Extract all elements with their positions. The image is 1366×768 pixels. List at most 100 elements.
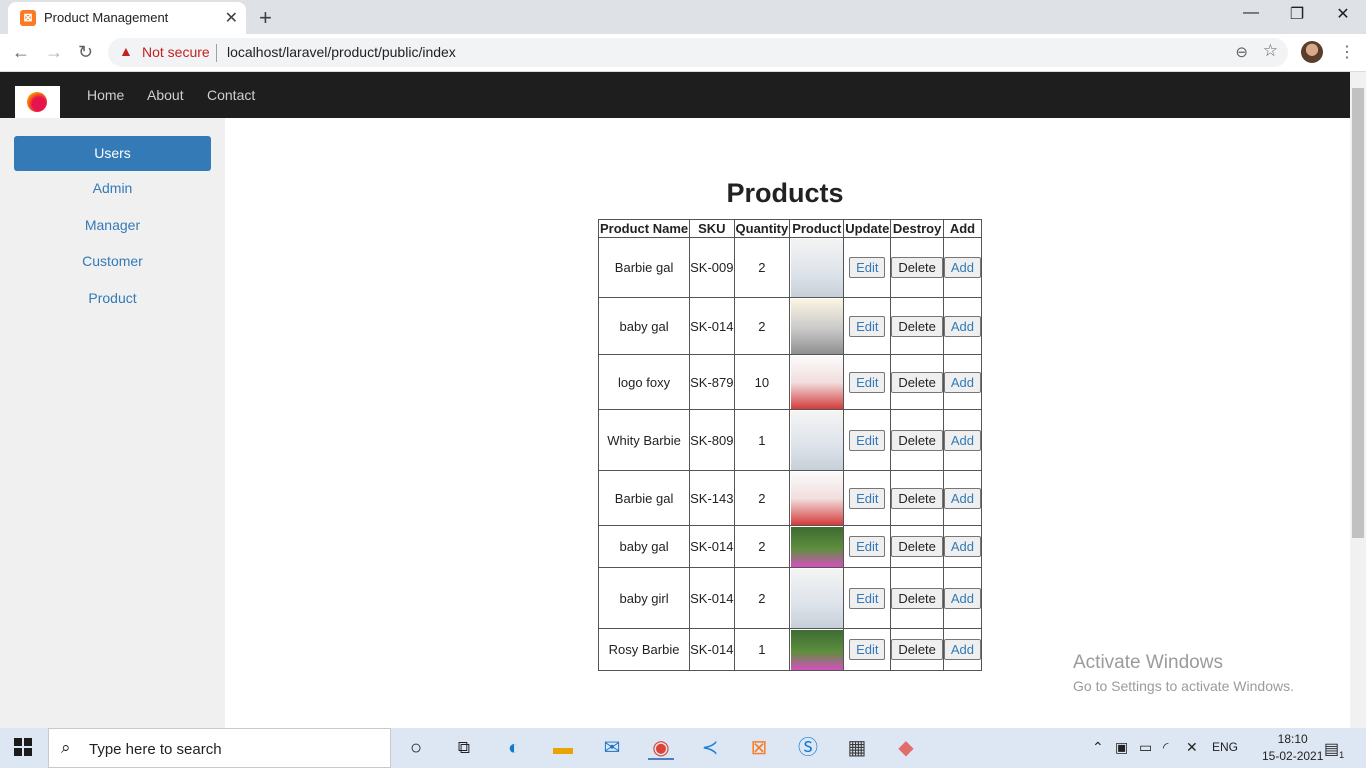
nav-home[interactable]: Home <box>87 87 124 103</box>
add-cell: Add <box>942 525 983 568</box>
back-arrow-icon[interactable]: ← <box>12 42 30 63</box>
vscode-icon[interactable]: ≺ <box>697 736 723 760</box>
column-header-quantity: Quantity <box>733 219 791 238</box>
battery-icon[interactable]: ▭ <box>1139 739 1152 756</box>
add-button[interactable]: Add <box>943 536 982 557</box>
column-header-product-name: Product Name <box>597 219 691 238</box>
add-button[interactable]: Add <box>943 639 982 660</box>
edge-icon[interactable]: ◐ <box>501 736 527 760</box>
delete-button[interactable]: Delete <box>891 536 943 557</box>
page-scrollbar[interactable] <box>1350 72 1366 728</box>
sidebar-item-manager[interactable]: Manager <box>14 208 211 243</box>
nav-contact[interactable]: Contact <box>207 87 255 103</box>
show-hidden-icons-icon[interactable]: ⌃ <box>1092 739 1104 756</box>
edit-button[interactable]: Edit <box>849 429 886 451</box>
product-image-cell <box>789 409 845 471</box>
add-button[interactable]: Add <box>943 315 982 337</box>
tab-title: Product Management <box>44 10 169 25</box>
table-row: logo foxy SK-879 10 Edit Delete Add <box>597 354 983 410</box>
add-button[interactable]: Add <box>943 429 982 451</box>
site-logo[interactable] <box>15 86 60 118</box>
nav-about[interactable]: About <box>147 87 184 103</box>
delete-button[interactable]: Delete <box>891 487 943 509</box>
product-image-cell <box>789 354 845 410</box>
notification-center-icon[interactable]: ▤1 <box>1324 739 1344 760</box>
quantity-cell: 1 <box>733 628 791 671</box>
profile-avatar[interactable] <box>1301 41 1323 63</box>
zoom-icon[interactable]: ⊖ <box>1235 43 1248 61</box>
destroy-cell: Delete <box>890 567 944 629</box>
delete-button[interactable]: Delete <box>891 371 943 393</box>
close-window-icon[interactable]: ✕ <box>1320 4 1366 24</box>
table-row: baby gal SK-014 2 Edit Delete Add <box>597 525 983 568</box>
cortana-icon[interactable]: ○ <box>403 736 429 760</box>
calculator-icon[interactable]: ▦ <box>844 736 870 760</box>
language-indicator[interactable]: ENG <box>1212 740 1238 754</box>
security-label[interactable]: Not secure <box>142 44 210 60</box>
add-cell: Add <box>942 237 983 298</box>
quantity-cell: 2 <box>733 525 791 568</box>
sidebar-item-product[interactable]: Product <box>14 281 211 316</box>
column-header-destroy: Destroy <box>890 219 944 238</box>
volume-muted-icon[interactable]: ✕ <box>1186 739 1198 756</box>
edit-button[interactable]: Edit <box>849 536 886 557</box>
reload-icon[interactable]: ↻ <box>78 42 93 63</box>
skype-icon[interactable]: Ⓢ <box>795 736 821 760</box>
chrome-icon[interactable]: ◉ <box>648 736 674 760</box>
device-icon[interactable]: ▣ <box>1115 739 1128 756</box>
new-tab-icon[interactable]: + <box>259 5 272 31</box>
edit-button[interactable]: Edit <box>849 639 886 660</box>
product-name-cell: logo foxy <box>597 354 691 410</box>
sidebar-item-customer[interactable]: Customer <box>14 244 211 279</box>
add-button[interactable]: Add <box>943 587 982 609</box>
sku-cell: SK-143 <box>689 470 735 526</box>
delete-button[interactable]: Delete <box>891 257 943 278</box>
address-bar[interactable]: ▲ Not secure localhost/laravel/product/p… <box>108 38 1288 67</box>
delete-button[interactable]: Delete <box>891 587 943 609</box>
clock[interactable]: 18:10 15-02-2021 <box>1262 732 1323 763</box>
sidebar-item-admin[interactable]: Admin <box>14 171 211 206</box>
edit-button[interactable]: Edit <box>849 487 886 509</box>
url-text[interactable]: localhost/laravel/product/public/index <box>227 44 456 60</box>
edit-button[interactable]: Edit <box>849 315 886 337</box>
browser-tab[interactable]: ⊠ Product Management ✕ <box>8 2 246 34</box>
edit-button[interactable]: Edit <box>849 371 886 393</box>
add-button[interactable]: Add <box>943 487 982 509</box>
mail-icon[interactable]: ✉ <box>599 736 625 760</box>
edit-button[interactable]: Edit <box>849 587 886 609</box>
column-header-sku: SKU <box>689 219 735 238</box>
sidebar-item-users[interactable]: Users <box>14 136 211 171</box>
scrollbar-thumb[interactable] <box>1352 88 1364 538</box>
minimize-icon[interactable]: — <box>1228 4 1274 22</box>
forward-arrow-icon[interactable]: → <box>45 42 63 63</box>
wifi-icon[interactable]: ◜ <box>1163 739 1168 756</box>
task-view-icon[interactable]: ⧉ <box>451 736 477 760</box>
taskbar-search-box[interactable]: ⌕ Type here to search <box>48 728 391 768</box>
close-tab-icon[interactable]: ✕ <box>225 8 238 28</box>
more-menu-icon[interactable]: ⋮ <box>1339 42 1355 62</box>
update-cell: Edit <box>843 297 892 355</box>
page-title: Products <box>726 178 844 208</box>
add-button[interactable]: Add <box>943 257 982 278</box>
delete-button[interactable]: Delete <box>891 639 943 660</box>
restore-icon[interactable]: ❐ <box>1274 4 1320 24</box>
update-cell: Edit <box>843 567 892 629</box>
product-image <box>790 629 843 670</box>
add-cell: Add <box>942 628 983 671</box>
file-explorer-icon[interactable]: ▬ <box>550 736 576 760</box>
delete-button[interactable]: Delete <box>891 315 943 337</box>
add-cell: Add <box>942 470 983 526</box>
delete-button[interactable]: Delete <box>891 429 943 451</box>
activate-windows-watermark: Activate Windows Go to Settings to activ… <box>1073 652 1294 694</box>
browser-toolbar: ← → ↻ ▲ Not secure localhost/laravel/pro… <box>0 34 1366 72</box>
app-icon[interactable]: ◆ <box>893 736 919 760</box>
xampp-icon[interactable]: ⊠ <box>746 736 772 760</box>
product-image <box>790 526 843 567</box>
windows-start-icon[interactable] <box>14 738 32 756</box>
edit-button[interactable]: Edit <box>849 257 886 278</box>
bookmark-star-icon[interactable]: ☆ <box>1263 41 1278 61</box>
product-image <box>790 355 843 409</box>
notification-count: 1 <box>1339 750 1345 761</box>
clock-time: 18:10 <box>1277 732 1308 746</box>
add-button[interactable]: Add <box>943 371 982 393</box>
